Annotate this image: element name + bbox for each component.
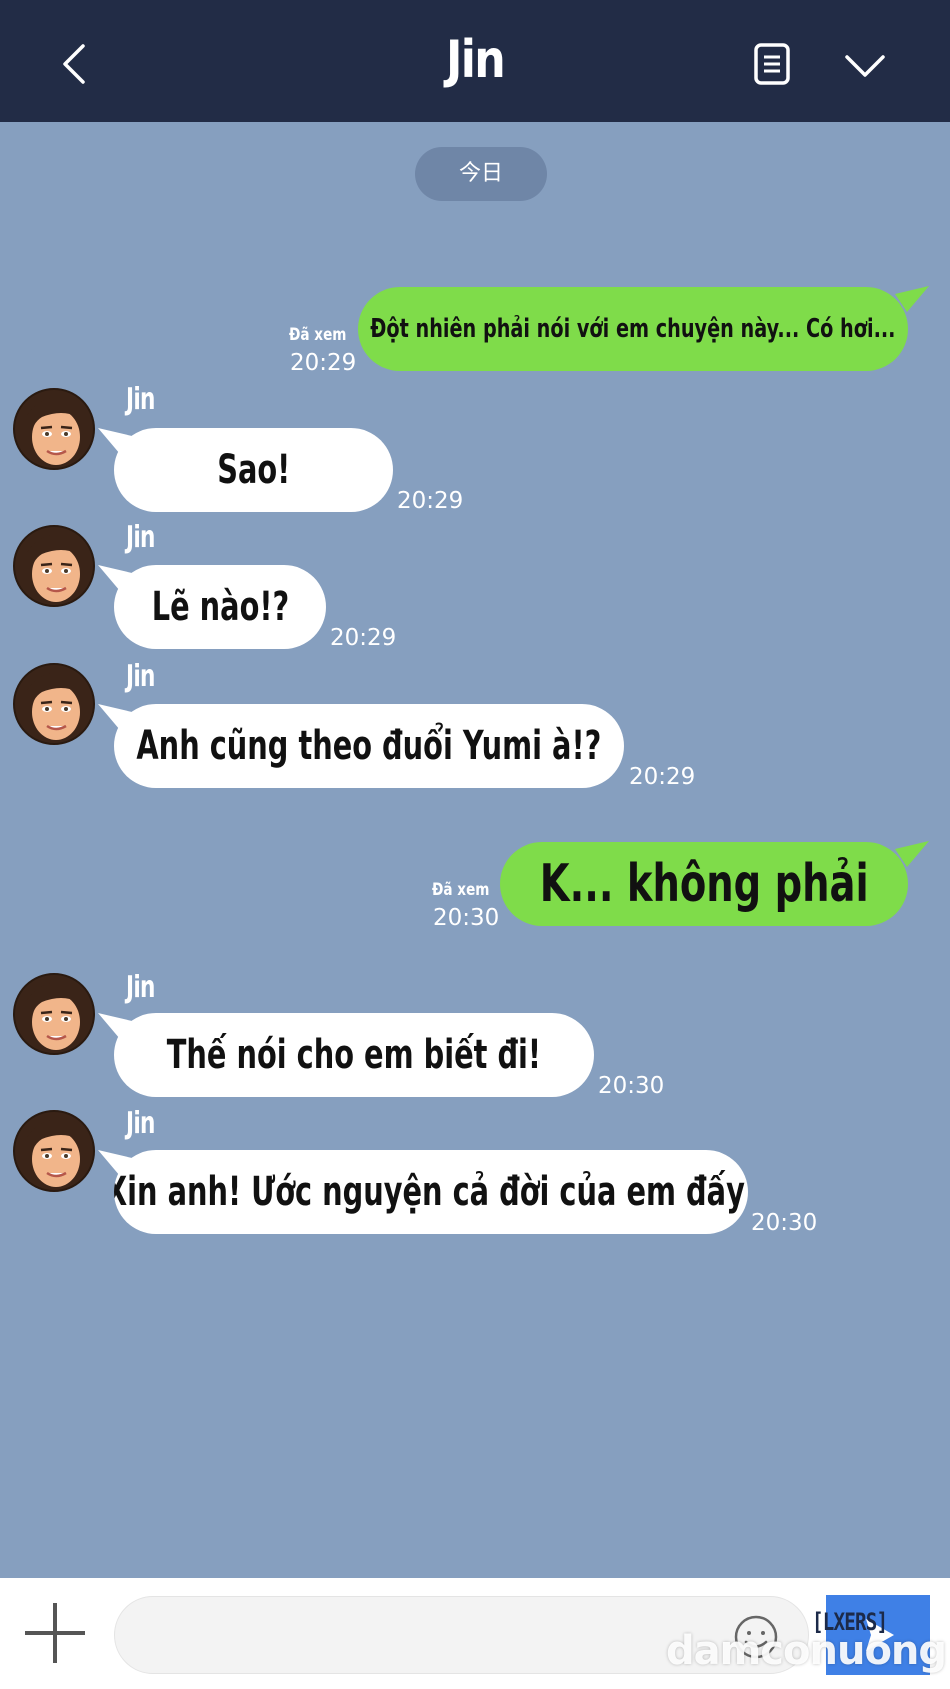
message-time: 20:29 <box>397 488 464 514</box>
sender-name: Jin <box>126 970 155 1005</box>
avatar[interactable] <box>12 1109 96 1193</box>
incoming-message[interactable]: Anh cũng theo đuổi Yumi à!? <box>114 704 624 788</box>
notes-icon <box>754 43 790 85</box>
chevron-down-icon <box>845 55 885 77</box>
site-watermark: damconuong <box>666 1628 947 1674</box>
sender-name: Jin <box>126 659 155 694</box>
profile-face-icon <box>13 525 95 607</box>
profile-face-icon <box>13 663 95 745</box>
message-time: 20:30 <box>751 1210 818 1236</box>
message-text: Anh cũng theo đuổi Yumi à!? <box>136 723 602 769</box>
avatar[interactable] <box>12 387 96 471</box>
profile-face-icon <box>13 973 95 1055</box>
sender-name: Jin <box>126 520 155 555</box>
incoming-message[interactable]: Sao! <box>114 428 393 512</box>
incoming-message[interactable]: Xin anh! Ước nguyện cả đời của em đấy! <box>114 1150 748 1234</box>
sender-name: Jin <box>126 1106 155 1141</box>
message-text: Sao! <box>216 447 291 493</box>
incoming-message[interactable]: Thế nói cho em biết đi! <box>114 1013 594 1097</box>
message-text: Xin anh! Ước nguyện cả đời của em đấy! <box>114 1169 748 1215</box>
bubble-tail <box>895 286 929 312</box>
message-time: 20:30 <box>433 905 500 931</box>
profile-face-icon <box>13 388 95 470</box>
avatar[interactable] <box>12 524 96 608</box>
message-text: K... không phải <box>539 854 869 914</box>
profile-face-icon <box>13 1110 95 1192</box>
message-time: 20:30 <box>598 1073 665 1099</box>
read-receipt: Đã xem <box>289 325 347 345</box>
avatar[interactable] <box>12 662 96 746</box>
avatar[interactable] <box>12 972 96 1056</box>
plus-icon <box>25 1603 85 1663</box>
date-divider: 今日 <box>415 147 547 201</box>
incoming-message[interactable]: Lẽ nào!? <box>114 565 326 649</box>
message-time: 20:29 <box>629 764 696 790</box>
sender-name: Jin <box>126 382 155 417</box>
add-attachment-button[interactable] <box>22 1600 88 1666</box>
outgoing-message[interactable]: K... không phải <box>500 842 908 926</box>
bubble-tail <box>895 841 929 867</box>
read-receipt: Đã xem <box>432 880 490 900</box>
menu-dropdown-button[interactable] <box>842 48 888 82</box>
message-text: Lẽ nào!? <box>151 584 289 630</box>
message-time: 20:29 <box>330 625 397 651</box>
notes-button[interactable] <box>752 42 792 86</box>
message-time: 20:29 <box>290 350 357 376</box>
outgoing-message[interactable]: Đột nhiên phải nói với em chuyện này... … <box>358 287 908 371</box>
message-text: Thế nói cho em biết đi! <box>166 1032 542 1078</box>
message-text: Đột nhiên phải nói với em chuyện này... … <box>370 314 896 344</box>
